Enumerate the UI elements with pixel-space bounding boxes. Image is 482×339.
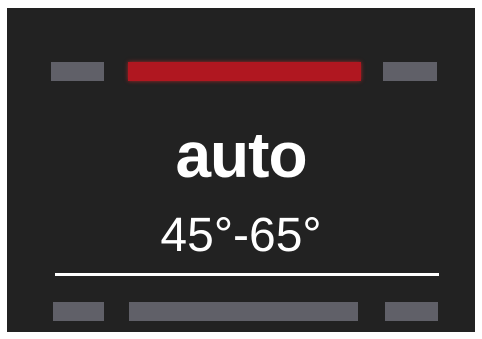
bottom-indicator-right-segment (385, 302, 438, 321)
bottom-indicator-left-segment (53, 302, 104, 321)
mode-label: auto (175, 119, 307, 191)
top-indicator-right-segment (383, 62, 437, 81)
bottom-indicator-middle-segment (129, 302, 358, 321)
control-display: auto 45°-65° (7, 8, 475, 332)
top-indicator-left-segment (51, 62, 104, 81)
top-indicator-active-segment (128, 62, 361, 81)
angle-range-label: 45°-65° (160, 209, 322, 262)
divider-line (55, 273, 439, 276)
